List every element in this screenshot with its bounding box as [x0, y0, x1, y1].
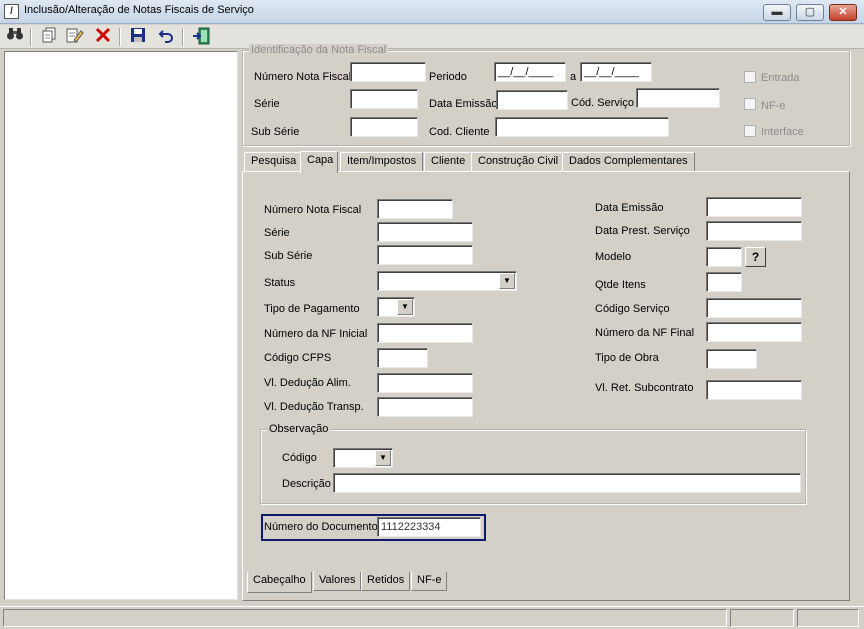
toolbar-separator [30, 28, 32, 46]
copy-icon[interactable] [38, 27, 60, 47]
data-emissao-label: Data Emissão [429, 98, 498, 110]
identificacao-group-title: Identificação da Nota Fiscal [249, 44, 389, 56]
chevron-down-icon[interactable]: ▼ [397, 299, 413, 315]
periodo-separator-label: a [570, 71, 577, 83]
status-pane-2 [730, 609, 794, 627]
obs-codigo-select[interactable]: ▼ [333, 448, 393, 468]
delete-icon[interactable] [92, 27, 114, 47]
maximize-icon[interactable]: ▢ [796, 4, 824, 21]
close-icon[interactable]: ✕ [829, 4, 857, 21]
capa-serie-label: Série [264, 227, 290, 239]
capa-nf-final-input[interactable] [706, 322, 802, 342]
interface-label: Interface [761, 126, 804, 138]
tab-nfe[interactable]: NF-e [411, 572, 448, 591]
capa-nf-final-label: Número da NF Final [595, 327, 695, 339]
capa-cfps-label: Código CFPS [264, 352, 332, 364]
capa-nf-inicial-label: Número da NF Inicial [264, 328, 368, 340]
capa-modelo-label: Modelo [595, 251, 632, 263]
capa-ded-alim-label: Vl. Dedução Alim. [264, 377, 351, 389]
entrada-checkbox[interactable] [744, 71, 756, 83]
capa-tipo-obra-label: Tipo de Obra [595, 352, 659, 364]
cod-cliente-input[interactable] [495, 117, 669, 137]
sub-serie-input[interactable] [350, 117, 418, 137]
cod-servico-label: Cód. Serviço [571, 97, 634, 109]
capa-cfps-input[interactable] [377, 348, 428, 368]
results-list[interactable] [4, 51, 238, 600]
status-pane-3 [797, 609, 859, 627]
tab-pesquisa[interactable]: Pesquisa [244, 152, 304, 171]
capa-ret-subcontrato-label: Vl. Ret. Subcontrato [595, 382, 694, 394]
capa-tipo-pagamento-select[interactable]: ▼ [377, 297, 415, 317]
data-emissao-input[interactable] [496, 90, 568, 110]
obs-codigo-label: Código [282, 452, 317, 464]
capa-tipo-pagamento-label: Tipo de Pagamento [264, 303, 360, 315]
capa-tipo-obra-input[interactable] [706, 349, 757, 369]
numero-documento-input[interactable]: 1112223334 [377, 517, 481, 537]
chevron-down-icon[interactable]: ▼ [499, 273, 515, 289]
capa-qtde-itens-input[interactable] [706, 272, 742, 292]
periodo-inicio-input[interactable]: __/__/____ [494, 62, 566, 82]
capa-status-label: Status [264, 277, 296, 289]
nfe-checkbox[interactable] [744, 98, 756, 110]
nfe-label: NF-e [761, 100, 786, 112]
cod-cliente-label: Cod. Cliente [429, 126, 490, 138]
tab-valores[interactable]: Valores [313, 572, 362, 591]
serie-label: Série [254, 98, 280, 110]
capa-numero-nf-input[interactable] [377, 199, 453, 219]
numero-nf-label: Número Nota Fiscal [254, 71, 352, 83]
entrada-label: Entrada [761, 72, 800, 84]
window-title: Inclusão/Alteração de Notas Fiscais de S… [24, 4, 254, 16]
exit-icon[interactable] [190, 27, 212, 47]
binoculars-icon[interactable] [4, 27, 26, 47]
edit-icon[interactable] [64, 27, 86, 47]
sub-serie-label: Sub Série [251, 126, 300, 138]
numero-nf-input[interactable] [350, 62, 426, 82]
capa-sub-serie-label: Sub Série [264, 250, 313, 262]
capa-numero-nf-label: Número Nota Fiscal [264, 204, 362, 216]
capa-cod-servico-input[interactable] [706, 298, 802, 318]
capa-modelo-input[interactable] [706, 247, 742, 267]
capa-sub-serie-input[interactable] [377, 245, 473, 265]
capa-ded-transp-label: Vl. Dedução Transp. [264, 401, 364, 413]
capa-qtde-itens-label: Qtde Itens [595, 279, 646, 291]
capa-cod-servico-label: Código Serviço [595, 303, 670, 315]
obs-descricao-input[interactable] [333, 473, 801, 493]
interface-checkbox[interactable] [744, 125, 756, 137]
chevron-down-icon[interactable]: ▼ [375, 450, 391, 466]
capa-data-emissao-label: Data Emissão [595, 202, 664, 214]
capa-status-select[interactable]: ▼ [377, 271, 517, 291]
numero-documento-label: Número do Documento [264, 521, 378, 533]
tab-capa[interactable]: Capa [300, 151, 338, 173]
tab-retidos[interactable]: Retidos [361, 572, 411, 591]
periodo-label: Periodo [429, 71, 467, 83]
tab-item-impostos[interactable]: Item/Impostos [340, 152, 424, 171]
capa-ret-subcontrato-input[interactable] [706, 380, 802, 400]
serie-input[interactable] [350, 89, 418, 109]
capa-ded-alim-input[interactable] [377, 373, 473, 393]
tab-dados-complementares[interactable]: Dados Complementares [562, 152, 695, 171]
cod-servico-input[interactable] [636, 88, 720, 108]
app-icon: / [4, 4, 19, 19]
tab-cliente[interactable]: Cliente [424, 152, 473, 171]
status-pane-main [3, 609, 727, 627]
modelo-help-button[interactable]: ? [745, 247, 766, 267]
capa-ded-transp-input[interactable] [377, 397, 473, 417]
save-icon[interactable] [127, 27, 149, 47]
observacao-group-title: Observação [267, 423, 331, 435]
periodo-fim-input[interactable]: __/__/____ [580, 62, 652, 82]
toolbar-separator [119, 28, 121, 46]
tab-construcao-civil[interactable]: Construção Civil [471, 152, 566, 171]
minimize-icon[interactable]: ▬ [763, 4, 791, 21]
toolbar-separator [182, 28, 184, 46]
obs-descricao-label: Descrição [282, 478, 331, 490]
capa-serie-input[interactable] [377, 222, 473, 242]
capa-data-prest-label: Data Prest. Serviço [595, 225, 690, 237]
undo-icon[interactable] [155, 27, 177, 47]
capa-nf-inicial-input[interactable] [377, 323, 473, 343]
tab-cabecalho[interactable]: Cabeçalho [247, 572, 312, 593]
capa-data-emissao-input[interactable] [706, 197, 802, 217]
capa-data-prest-input[interactable] [706, 221, 802, 241]
